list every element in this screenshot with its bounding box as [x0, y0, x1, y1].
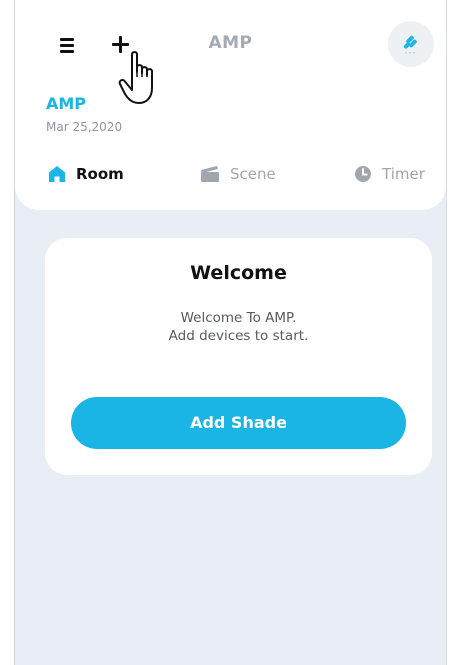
header-panel: AMP AMP Mar 25,2020 Room Scene Timer: [15, 0, 446, 210]
tab-timer[interactable]: Timer: [354, 163, 425, 185]
device-link-icon: [403, 35, 417, 54]
brand-date: Mar 25,2020: [46, 120, 123, 134]
app-screen: AMP AMP Mar 25,2020 Room Scene Timer Wel…: [14, 0, 447, 665]
welcome-card: Welcome Welcome To AMP. Add devices to s…: [45, 238, 432, 475]
scene-icon: [201, 166, 219, 182]
welcome-message-line-2: Add devices to start.: [168, 328, 309, 344]
brand-title: AMP: [46, 94, 87, 113]
tab-scene-label: Scene: [230, 165, 276, 183]
tab-room-label: Room: [76, 165, 124, 183]
welcome-title: Welcome: [190, 262, 287, 284]
page-title: AMP: [208, 33, 253, 53]
add-shade-button[interactable]: Add Shade: [71, 397, 406, 449]
clock-icon: [355, 166, 371, 182]
tab-room[interactable]: Room: [48, 163, 124, 185]
tab-timer-label: Timer: [382, 165, 425, 183]
home-icon: [49, 166, 65, 182]
tab-scene[interactable]: Scene: [200, 163, 276, 185]
device-link-button[interactable]: [388, 21, 434, 67]
welcome-message-line-1: Welcome To AMP.: [180, 310, 297, 326]
